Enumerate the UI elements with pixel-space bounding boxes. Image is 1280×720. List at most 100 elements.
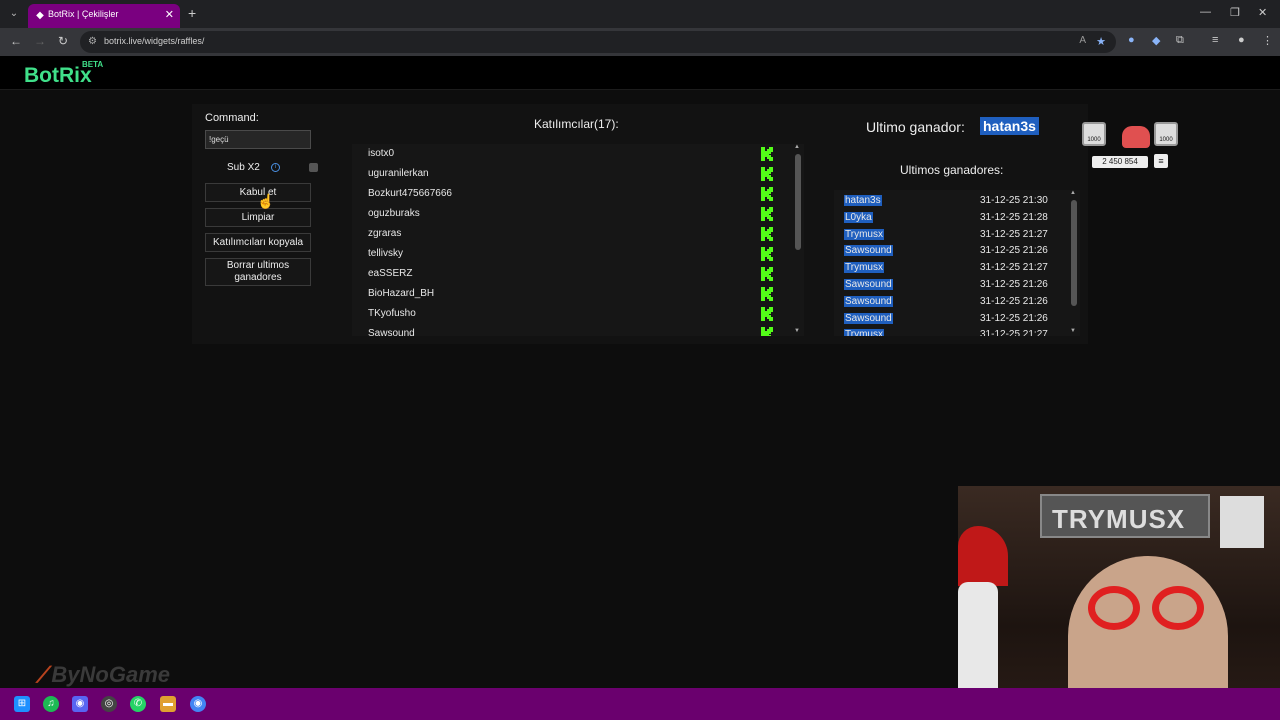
participant-name: tellivsky [368,248,404,259]
box-value: 1000 [1087,137,1101,143]
participant-row[interactable]: BioHazard_BH [352,284,780,304]
recent-winner-row[interactable]: hatan3s 31-12-25 21:30 [834,192,1066,208]
participant-row[interactable]: eaSSERZ [352,264,780,284]
browser-menu-icon[interactable]: ⋮ [1262,34,1273,47]
participant-row[interactable]: Sawsound [352,324,780,336]
url-text[interactable]: botrix.live/widgets/raffles/ [104,36,204,46]
recent-winner-time: 31-12-25 21:27 [980,228,1048,240]
recent-winner-name: L0yka [844,211,873,223]
browser-tab-bar: ⌄ ◆ BotRix | Çekilişler ✕ + — ❐ ✕ [0,0,1280,28]
recent-winner-time: 31-12-25 21:30 [980,195,1048,206]
recent-winner-name: Sawsound [844,312,893,324]
reload-icon[interactable]: ↻ [58,34,68,48]
sub-x2-checkbox[interactable] [309,163,318,172]
discord-icon[interactable]: ◉ [72,696,88,712]
participant-row[interactable]: tellivsky [352,244,780,264]
participant-row[interactable]: uguranilerkan [352,164,780,184]
recent-winner-row[interactable]: Trymusx 31-12-25 21:27 [834,326,1066,336]
taskbar: ⊞ ♫ ◉ ◎ ✆ ▬ ◉ [0,688,1280,720]
participant-row[interactable]: oguzburaks [352,204,780,224]
tab-close-icon[interactable]: ✕ [165,8,174,21]
webcam-sign-text: TRYMUSX [1052,504,1186,534]
recent-winner-row[interactable]: Sawsound 31-12-25 21:26 [834,310,1066,326]
file-explorer-icon[interactable]: ▬ [160,696,176,712]
santa-figure [958,582,998,702]
recent-winner-name: Trymusx [844,228,884,240]
participant-name: uguranilerkan [368,168,429,179]
recent-winner-row[interactable]: Trymusx 31-12-25 21:27 [834,259,1066,275]
participant-row[interactable]: Bozkurt475667666 [352,184,780,204]
extension-icon[interactable]: ◆ [1152,34,1160,47]
participant-name: zgraras [368,228,402,239]
tab-search-icon[interactable]: ⌄ [6,6,22,22]
kick-platform-icon [761,187,773,201]
recent-winner-row[interactable]: Trymusx 31-12-25 21:27 [834,226,1066,242]
media-icon[interactable]: ≡ [1212,34,1218,46]
maximize-icon[interactable]: ❐ [1230,6,1240,19]
clear-button[interactable]: Limpiar [205,208,311,227]
browser-tab-active[interactable]: ◆ BotRix | Çekilişler ✕ [28,4,180,28]
clear-winners-button[interactable]: Borrar ultimos ganadores [205,258,311,286]
recent-winner-name: Trymusx [844,262,884,274]
recent-winners-scrollbar[interactable]: ▲ ▼ [1070,190,1078,336]
recent-winner-row[interactable]: Sawsound 31-12-25 21:26 [834,242,1066,258]
last-winner-label: Ultimo ganador: [866,119,965,135]
recent-winners-title: Ultimos ganadores: [900,163,1004,177]
recent-winners-list[interactable]: ▲ ▼ hatan3s 31-12-25 21:30 L0yka 31-12-25 2… [834,190,1080,336]
profile-icon[interactable]: ● [1238,34,1245,46]
scroll-thumb[interactable] [795,154,801,250]
tv-box-icon: 1000 [1154,122,1178,146]
participants-title: Katılımcılar(17): [534,117,619,131]
participant-row[interactable]: TKyofusho [352,304,780,324]
copy-participants-button[interactable]: Katılımcıları kopyala [205,233,311,252]
menu-list-icon: ≡ [1154,154,1168,168]
bynogame-watermark: ⟋ByNoGame [36,662,170,688]
webcam-feed: TRYMUSX [958,486,1280,720]
chrome-icon[interactable]: ◉ [190,696,206,712]
recent-winner-name: Sawsound [844,245,893,257]
kick-platform-icon [761,207,773,221]
extension-icon[interactable]: ● [1128,34,1135,46]
command-input[interactable] [205,130,311,149]
spotify-icon[interactable]: ♫ [43,696,59,712]
scroll-up-icon[interactable]: ▲ [794,144,800,150]
recent-winner-time: 31-12-25 21:27 [980,262,1048,274]
new-tab-icon[interactable]: + [188,5,196,21]
extensions-puzzle-icon[interactable]: ⧉ [1176,34,1184,47]
tv-box-icon: 1000 [1082,122,1106,146]
translate-icon[interactable]: A [1079,35,1086,46]
scroll-up-icon[interactable]: ▲ [1070,190,1076,196]
info-icon[interactable]: i [271,163,280,172]
window-close-icon[interactable]: ✕ [1258,6,1267,19]
recent-winner-time: 31-12-25 21:27 [980,329,1048,336]
obs-icon[interactable]: ◎ [101,696,117,712]
whatsapp-icon[interactable]: ✆ [130,696,146,712]
back-icon[interactable]: ← [10,34,22,48]
scroll-down-icon[interactable]: ▼ [794,328,800,334]
recent-winner-row[interactable]: L0yka 31-12-25 21:28 [834,209,1066,225]
windows-start-icon[interactable]: ⊞ [14,696,30,712]
christmas-glasses [1088,586,1208,634]
participant-name: isotx0 [368,148,395,159]
recent-winner-row[interactable]: Sawsound 31-12-25 21:26 [834,293,1066,309]
minimize-icon[interactable]: — [1200,6,1211,18]
scroll-down-icon[interactable]: ▼ [1070,328,1076,334]
kick-platform-icon [761,267,773,281]
participants-scrollbar[interactable]: ▲ ▼ [794,144,802,336]
botrix-logo[interactable]: BotRix BETA [24,60,103,88]
bookmark-star-icon[interactable]: ★ [1096,35,1106,48]
kick-platform-icon [761,327,773,336]
participants-list[interactable]: ▲ ▼ isotx0 uguranilerkan Bozkurt475667666 o… [352,144,804,336]
site-info-icon[interactable]: ⚙ [88,36,97,47]
recent-winner-row[interactable]: Sawsound 31-12-25 21:26 [834,276,1066,292]
address-bar[interactable]: ⚙ botrix.live/widgets/raffles/ A ★ [80,31,1116,53]
participant-name: Sawsound [368,328,415,336]
kick-platform-icon [761,227,773,241]
participant-row[interactable]: isotx0 [352,144,780,164]
command-label: Command: [205,112,259,124]
watermark-text: ByNoGame [51,662,170,687]
sub-x2-label: Sub X2 [227,162,260,173]
forward-icon[interactable]: → [34,34,46,48]
scroll-thumb[interactable] [1071,200,1077,306]
participant-row[interactable]: zgraras [352,224,780,244]
